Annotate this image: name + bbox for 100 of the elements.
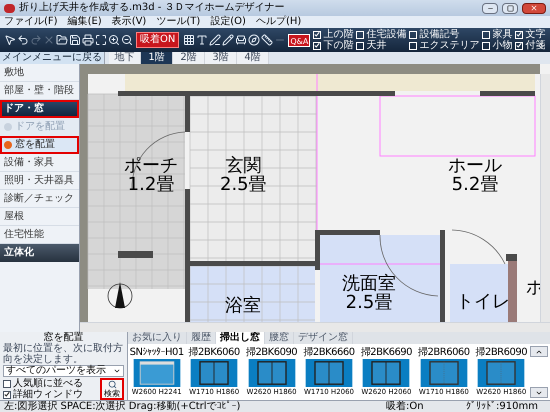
chair-icon — [234, 34, 247, 46]
redo-icon — [30, 34, 42, 46]
floor-tab[interactable]: 1階 — [141, 52, 173, 64]
layer-label: 付箋 — [525, 40, 546, 51]
layer-label: 家具 — [492, 29, 512, 40]
menu-item[interactable]: ツール(T) — [156, 17, 200, 27]
window-title: 折り上げ天井を作成する.m3d - ３Ｄマイホームデザイナー — [19, 3, 286, 13]
scroll-down-button[interactable] — [530, 387, 548, 398]
part-name: 掃2BR6060 — [418, 347, 470, 358]
part-name: 掃2BR6090 — [475, 347, 528, 358]
delete-icon — [42, 34, 54, 46]
sidebar-item[interactable]: 設備・家具 — [0, 154, 79, 172]
window-icon — [304, 359, 354, 387]
fit-icon — [94, 34, 106, 46]
horizontal-scrollbar[interactable] — [80, 322, 550, 332]
window-icon — [189, 359, 240, 387]
panel-hint: 最初に位置を、次に取付方向を決定します。 — [3, 343, 124, 365]
window-icon — [418, 359, 469, 387]
folder-icon — [56, 34, 68, 46]
menu-item[interactable]: ヘルプ(H) — [256, 17, 302, 27]
room-name: ホール — [448, 156, 502, 175]
zoom-out-icon — [120, 34, 132, 46]
room-name: 洗面室 — [342, 274, 396, 293]
menu-item[interactable]: 設定(O) — [210, 17, 246, 27]
parts-filter-dropdown[interactable]: すべてのパーツを表示 — [3, 365, 124, 377]
save-icon — [68, 34, 80, 46]
sidebar-item[interactable]: 診断／チェック — [0, 190, 79, 208]
sidebar-section[interactable]: 立体化 — [0, 244, 79, 262]
sidebar-subitem[interactable]: 窓を配置 — [0, 136, 79, 154]
layer-label: 上の階 — [323, 29, 354, 40]
part-name: 掃2BK6090 — [246, 347, 298, 358]
pen-icon — [208, 34, 221, 46]
layer-label: 文字 — [525, 29, 546, 40]
menu-item[interactable]: ファイル(F) — [4, 17, 58, 27]
part-name: 掃2BK6690 — [360, 347, 412, 358]
grid-status: ｸﾞﾘｯﾄﾞ:910mm — [466, 402, 539, 412]
option-label: 詳細ウィンドウ — [13, 389, 83, 400]
window-icon — [476, 359, 526, 387]
part-name: SNｼｬｯﾀｰH01 — [130, 347, 184, 358]
part-name: 掃2BK6060 — [188, 347, 240, 358]
app-icon — [4, 4, 15, 12]
search-button[interactable]: 検索 — [100, 378, 124, 400]
status-hint: 左:図形選択 SPACE:次選択 Drag:移動(+Ctrlでｺﾋﾟｰ) — [4, 402, 242, 412]
ruler-icon — [260, 34, 273, 46]
room-area: 2.5畳 — [220, 175, 267, 194]
grid-icon — [182, 34, 195, 46]
main-menu-button[interactable]: メインメニューに戻る — [0, 52, 105, 64]
room-area: 2.5畳 — [346, 293, 392, 312]
checkbox[interactable] — [3, 380, 11, 388]
dropdown-caret-icon — [113, 367, 121, 375]
layer-label: エクステリア — [419, 40, 480, 51]
layer-label: 下の階 — [323, 40, 354, 51]
close-button[interactable] — [522, 2, 546, 14]
sidebar-subitem-label: 窓を配置 — [15, 140, 55, 150]
layer-label: 小物 — [492, 40, 512, 51]
layer-label: 住宅設備 — [366, 29, 406, 40]
palette-tab[interactable]: 掃出し窓 — [216, 332, 265, 344]
layer-label: 設備記号 — [419, 29, 460, 40]
floor-tab[interactable]: 4階 — [237, 52, 269, 64]
text-icon — [196, 34, 208, 46]
sidebar-section[interactable]: ドア・窓 — [0, 100, 79, 118]
sidebar-item[interactable]: 敷地 — [0, 64, 79, 82]
room-name: 玄関 — [225, 156, 262, 175]
panel-title: 窓を配置 — [44, 332, 84, 343]
room-area: 1.2畳 — [128, 175, 174, 194]
sidebar-subitem-label: ドアを配置 — [15, 122, 65, 132]
qa-icon[interactable]: Q&A — [288, 34, 310, 46]
snap-status: 吸着:On — [386, 402, 425, 412]
window-icon — [132, 359, 182, 387]
window-icon — [246, 359, 297, 387]
minimize-button[interactable] — [482, 2, 498, 14]
room-area: 5.2畳 — [452, 175, 498, 194]
floor-tab[interactable]: 3階 — [205, 52, 237, 64]
maximize-button[interactable] — [502, 2, 518, 14]
checkbox[interactable] — [3, 390, 11, 398]
room-name: 浴室 — [225, 296, 261, 315]
layer-label: 天井 — [366, 40, 386, 51]
print-icon — [82, 34, 94, 46]
pencil-icon — [222, 34, 234, 46]
sidebar-item[interactable]: 屋根 — [0, 208, 79, 226]
pointer-icon — [4, 34, 16, 46]
close-icon — [530, 4, 538, 12]
menu-item[interactable]: 編集(E) — [68, 17, 102, 27]
window-icon — [361, 359, 412, 387]
compass-icon — [248, 34, 260, 46]
maximize-icon — [506, 4, 514, 12]
search-icon — [108, 380, 116, 389]
zoom-in-icon — [108, 34, 120, 46]
floor-tab[interactable]: 地下 — [109, 52, 141, 64]
room-name: トイレ — [456, 292, 510, 311]
vertical-scrollbar[interactable] — [540, 74, 550, 322]
undo-icon — [16, 34, 28, 46]
room-name: ポーチ — [124, 156, 178, 175]
part-name: 掃2BK6660 — [303, 347, 355, 358]
snap-toggle-button[interactable]: 吸着ON — [136, 32, 180, 48]
option-label: 人気順に並べる — [13, 378, 83, 389]
sidebar-item[interactable]: 照明・天井器具 — [0, 172, 79, 190]
menu-item[interactable]: 表示(V) — [112, 17, 146, 27]
floor-tab[interactable]: 2階 — [173, 52, 205, 64]
scroll-up-button[interactable] — [530, 346, 548, 357]
